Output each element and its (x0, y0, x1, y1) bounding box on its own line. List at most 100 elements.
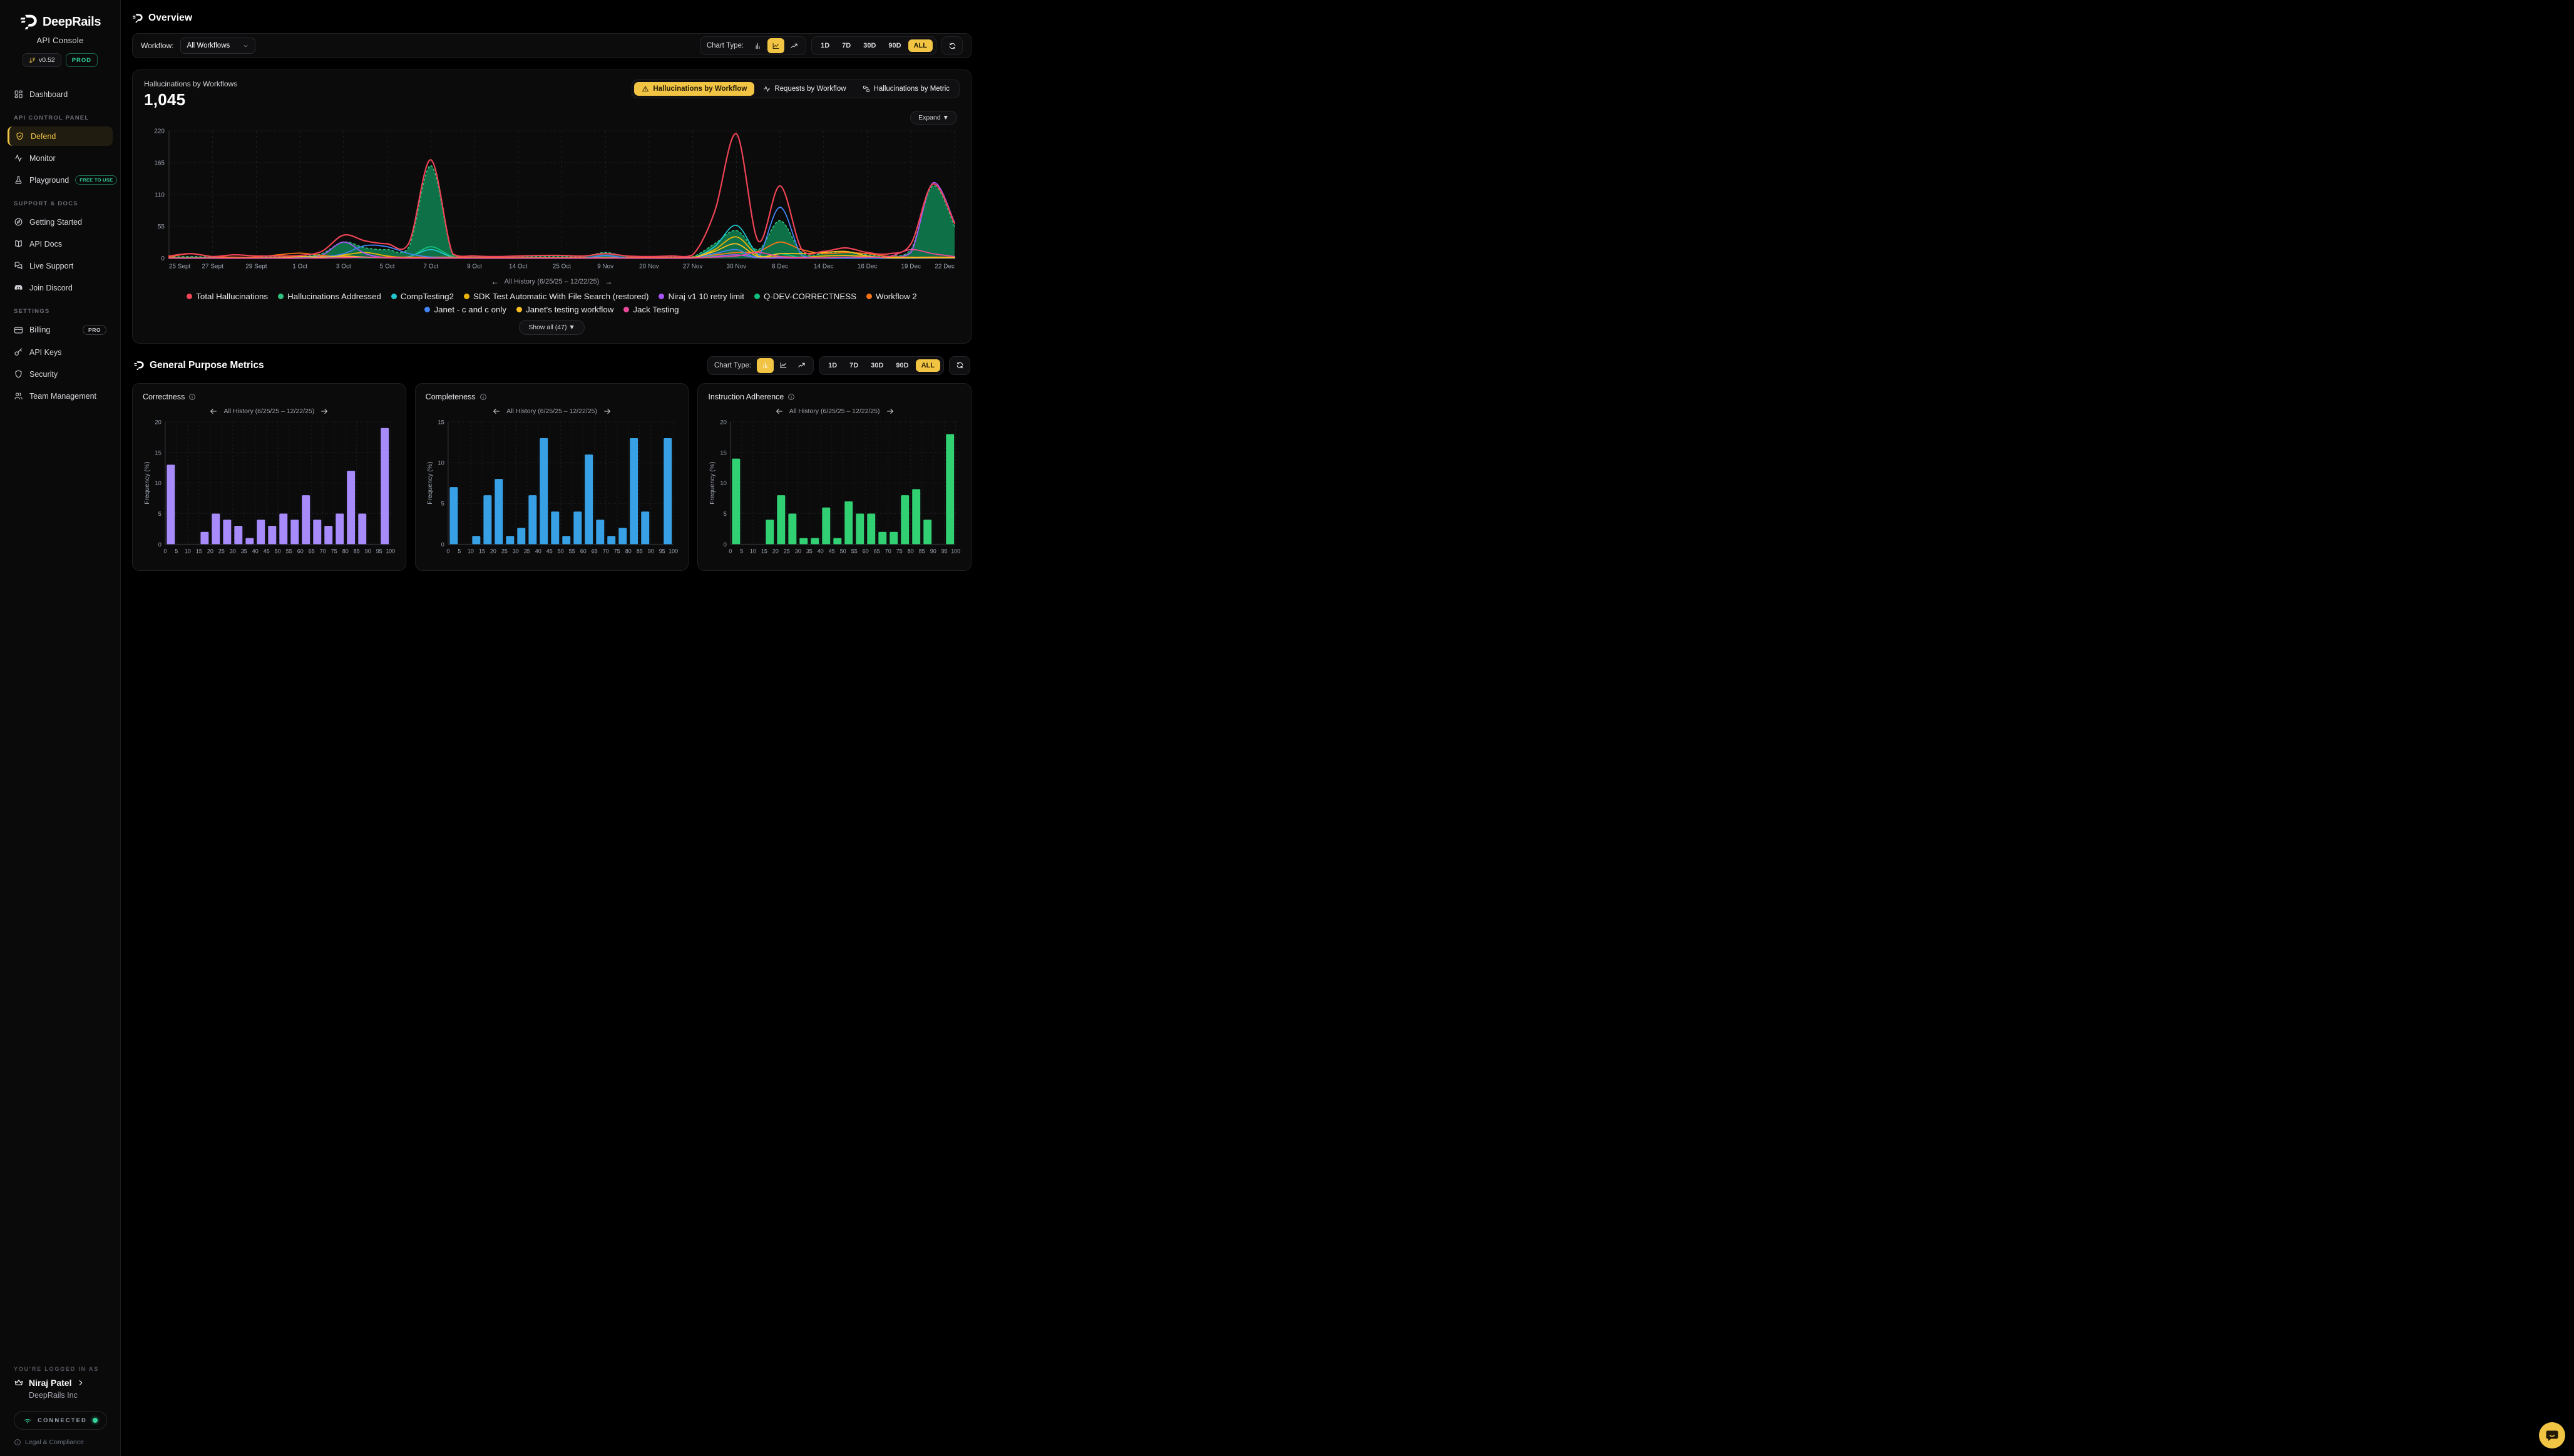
legend-item-workflow-2[interactable]: Workflow 2 (866, 292, 917, 301)
arrow-right-icon (886, 407, 895, 416)
user-name: Niraj Patel (29, 1378, 71, 1388)
legend-item-hallucinations-addressed[interactable]: Hallucinations Addressed (278, 292, 381, 301)
history-next-button[interactable] (603, 407, 612, 416)
sidebar-item-api-keys[interactable]: API Keys (8, 342, 113, 362)
sidebar-item-api-docs[interactable]: API Docs (8, 234, 113, 254)
sidebar-item-dashboard[interactable]: Dashboard (8, 85, 113, 104)
history-prev-button[interactable] (209, 407, 218, 416)
workflow-select[interactable]: All Workflows (180, 38, 255, 54)
chat-launcher-button[interactable] (2539, 1422, 2565, 1448)
history-next-button[interactable] (886, 407, 895, 416)
legend-item-niraj-v1-10-retry-limit[interactable]: Niraj v1 10 retry limit (659, 292, 744, 301)
histogram-bar (789, 513, 797, 544)
legend-label: Hallucinations Addressed (287, 292, 381, 301)
activity-icon (14, 153, 23, 163)
svg-text:100: 100 (951, 548, 961, 554)
range-all-button[interactable]: ALL (908, 39, 933, 52)
histogram-bar (540, 438, 548, 544)
histogram-bar (358, 513, 366, 544)
history-next-button[interactable]: → (605, 277, 612, 286)
show-all-button[interactable]: Show all (47) ▼ (519, 320, 585, 335)
sidebar-item-billing[interactable]: BillingPRO (8, 320, 113, 340)
chart-type-bar-button[interactable] (749, 38, 766, 53)
info-icon[interactable] (188, 393, 196, 401)
svg-text:70: 70 (320, 548, 326, 554)
sidebar-item-label: API Docs (29, 240, 62, 249)
range-90d-button[interactable]: 90D (883, 39, 906, 52)
legend-item-comptesting2[interactable]: CompTesting2 (391, 292, 454, 301)
history-prev-button[interactable] (492, 407, 501, 416)
sidebar-item-getting-started[interactable]: Getting Started (8, 212, 113, 232)
range-1d-button[interactable]: 1D (815, 39, 835, 52)
history-prev-button[interactable]: ← (491, 277, 499, 286)
arrow-right-icon (320, 407, 329, 416)
range-all-button[interactable]: ALL (916, 359, 940, 372)
range-7d-button[interactable]: 7D (836, 39, 856, 52)
sidebar-item-defend[interactable]: Defend (8, 126, 113, 146)
chart-type-bar-button[interactable] (757, 358, 774, 373)
svg-text:50: 50 (557, 548, 563, 554)
book-icon (14, 239, 23, 249)
sidebar-item-playground[interactable]: PlaygroundFREE TO USE (8, 170, 113, 190)
chart-type-line-button[interactable] (767, 38, 784, 53)
range-30d-button[interactable]: 30D (858, 39, 881, 52)
user-switcher[interactable]: Niraj Patel (8, 1378, 113, 1388)
legend-item-jack-testing[interactable]: Jack Testing (623, 305, 679, 314)
svg-text:65: 65 (874, 548, 880, 554)
range-1d-button[interactable]: 1D (823, 359, 843, 372)
tab-requests-by-workflow[interactable]: Requests by Workflow (756, 82, 853, 96)
svg-text:30 Nov: 30 Nov (727, 264, 747, 270)
refresh-button[interactable] (949, 356, 970, 375)
histogram-bar (823, 507, 831, 544)
arrow-left-icon (209, 407, 218, 416)
legend-dot (424, 307, 430, 312)
legend-item-janet-s-testing-workflow[interactable]: Janet's testing workflow (516, 305, 613, 314)
history-next-button[interactable] (320, 407, 329, 416)
info-icon[interactable] (479, 393, 487, 401)
svg-text:16 Dec: 16 Dec (858, 264, 878, 270)
legal-link[interactable]: Legal & Compliance (14, 1438, 106, 1446)
svg-text:5: 5 (724, 511, 727, 518)
chevron-right-icon[interactable] (76, 1378, 85, 1387)
sidebar-item-badge: FREE TO USE (75, 175, 117, 185)
sidebar-item-label: API Keys (29, 348, 61, 357)
svg-text:100: 100 (386, 548, 395, 554)
legend-item-janet-c-and-c-only[interactable]: Janet - c and c only (424, 305, 506, 314)
svg-text:70: 70 (885, 548, 891, 554)
svg-text:15: 15 (155, 449, 162, 456)
legend-item-total-hallucinations[interactable]: Total Hallucinations (187, 292, 268, 301)
svg-text:165: 165 (154, 160, 165, 167)
sidebar-item-team-management[interactable]: Team Management (8, 386, 113, 406)
range-30d-button[interactable]: 30D (865, 359, 889, 372)
correctness-histogram: 0510152005101520253035404550556065707580… (143, 417, 396, 558)
refresh-button[interactable] (941, 36, 963, 55)
sidebar-item-monitor[interactable]: Monitor (8, 148, 113, 168)
chart-line-janet-c-and-c-only (169, 207, 955, 258)
chart-type-line-button[interactable] (775, 358, 792, 373)
chart-type-trend-button[interactable] (793, 358, 810, 373)
svg-text:1 Oct: 1 Oct (292, 264, 307, 270)
tab-hallucinations-by-workflow[interactable]: Hallucinations by Workflow (634, 82, 754, 96)
sidebar-item-join-discord[interactable]: Join Discord (8, 278, 113, 297)
page-title: Overview (148, 13, 192, 24)
svg-text:27 Sept: 27 Sept (202, 264, 224, 270)
range-90d-button[interactable]: 90D (890, 359, 914, 372)
svg-text:40: 40 (818, 548, 824, 554)
metric-card-completeness: CompletenessAll History (6/25/25 – 12/22… (415, 383, 689, 571)
svg-text:50: 50 (275, 548, 281, 554)
svg-text:0: 0 (158, 541, 162, 548)
sidebar-item-security[interactable]: Security (8, 364, 113, 384)
git-branch-icon (29, 57, 36, 64)
sidebar-item-live-support[interactable]: Live Support (8, 256, 113, 275)
chart-type-trend-button[interactable] (786, 38, 802, 53)
histogram-bar (245, 538, 254, 544)
svg-text:0: 0 (441, 541, 444, 548)
info-icon[interactable] (787, 393, 795, 401)
range-7d-button[interactable]: 7D (844, 359, 864, 372)
legend-item-sdk-test-automatic-with-file-search-restored[interactable]: SDK Test Automatic With File Search (res… (464, 292, 649, 301)
histogram-bar (890, 531, 898, 544)
legend-item-q-dev-correctness[interactable]: Q-DEV-CORRECTNESS (754, 292, 856, 301)
tab-hallucinations-by-metric[interactable]: Hallucinations by Metric (855, 82, 957, 96)
expand-button[interactable]: Expand ▼ (910, 111, 957, 125)
history-prev-button[interactable] (775, 407, 784, 416)
